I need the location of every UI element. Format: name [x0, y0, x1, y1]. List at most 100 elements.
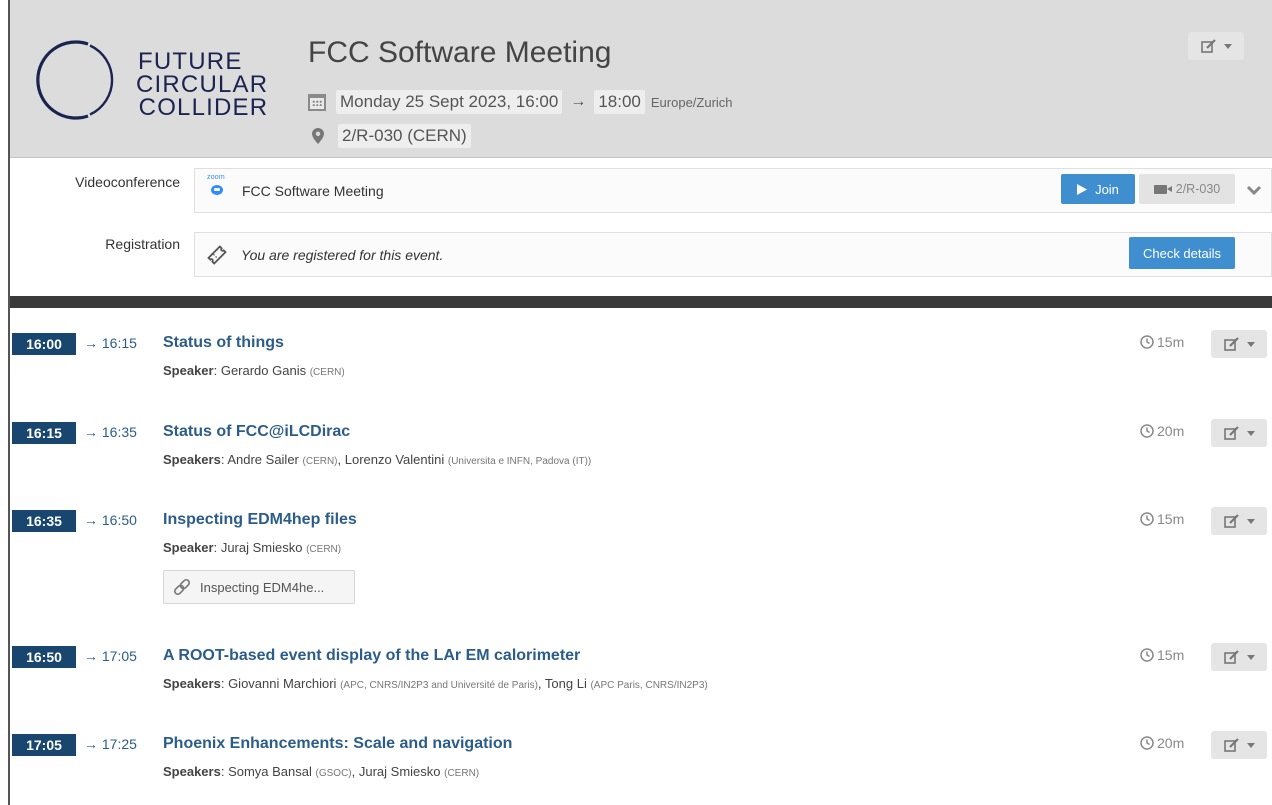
room-videoconference-button[interactable]: 2/R-030 [1139, 174, 1235, 204]
videoconference-title: FCC Software Meeting [242, 183, 384, 199]
entry-speakers: Speakers: Andre Sailer (CERN), Lorenzo V… [163, 452, 592, 467]
entry-duration-text: 15m [1157, 334, 1185, 350]
join-button[interactable]: Join [1061, 174, 1135, 204]
caret-down-icon [1246, 518, 1255, 524]
event-start-date: Monday 25 Sept 2023, 16:00 [336, 90, 563, 114]
event-end-time: 18:00 [594, 90, 645, 114]
entry-speakers: Speaker: Juraj Smiesko (CERN) [163, 540, 342, 555]
entry-title-link[interactable]: A ROOT-based event display of the LAr EM… [163, 647, 580, 665]
videoconference-label: Videoconference [75, 174, 180, 190]
clock-icon [1140, 424, 1154, 438]
videoconference-panel: zoom FCC Software Meeting Join 2/R-030 [194, 168, 1272, 213]
speaker-name[interactable]: Gerardo Ganis [221, 363, 306, 378]
event-room[interactable]: 2/R-030 (CERN) [338, 124, 471, 148]
edit-icon [1223, 337, 1239, 351]
entry-edit-menu-button[interactable] [1211, 731, 1267, 759]
link-icon [173, 578, 191, 596]
caret-down-icon [1223, 43, 1232, 49]
speaker-label: Speaker [163, 540, 214, 555]
caret-down-icon [1246, 341, 1255, 347]
camera-icon [1153, 184, 1172, 194]
logo-line-1: FUTURE [138, 48, 243, 75]
entry-start-time: 16:15 [12, 422, 76, 444]
speaker-name[interactable]: Tong Li [545, 676, 587, 691]
entry-end-time: → 16:35 [84, 424, 137, 440]
attachment-name: Inspecting EDM4he... [200, 579, 325, 595]
speaker-name[interactable]: Juraj Smiesko [359, 764, 441, 779]
ticket-icon [207, 245, 227, 265]
speaker-affiliation: (CERN) [444, 768, 480, 779]
caret-down-icon [1246, 742, 1255, 748]
entry-edit-menu-button[interactable] [1211, 643, 1267, 671]
map-pin-icon [312, 128, 324, 144]
zoom-logo-text: zoom [207, 174, 225, 181]
speaker-affiliation: (APC Paris, CNRS/IN2P3) [590, 680, 708, 691]
entry-title-link[interactable]: Status of things [163, 334, 284, 352]
entry-title-link[interactable]: Phoenix Enhancements: Scale and navigati… [163, 735, 512, 753]
speaker-affiliation: (Universita e INFN, Padova (IT)) [447, 456, 592, 467]
attachment-link[interactable]: Inspecting EDM4he... [163, 570, 355, 604]
registration-panel: You are registered for this event. Check… [194, 232, 1272, 277]
edit-icon [1223, 650, 1239, 664]
entry-start-time: 16:00 [12, 333, 76, 355]
clock-icon [1140, 736, 1154, 750]
entry-duration-text: 20m [1157, 735, 1185, 751]
entry-start-time: 16:35 [12, 510, 76, 532]
fcc-logo-text: FUTURE CIRCULAR COLLIDER [136, 48, 269, 120]
speaker-affiliation: (GSOC) [315, 768, 352, 779]
logo-line-2: CIRCULAR [136, 71, 269, 98]
event-edit-menu-button[interactable] [1188, 32, 1244, 60]
clock-icon [1140, 512, 1154, 526]
entry-title-link[interactable]: Status of FCC@iLCDirac [163, 423, 350, 441]
registration-message: You are registered for this event. [241, 247, 444, 263]
speaker-name[interactable]: Lorenzo Valentini [345, 452, 445, 467]
speaker-name[interactable]: Juraj Smiesko [221, 540, 303, 555]
entry-title-link[interactable]: Inspecting EDM4hep files [163, 511, 357, 529]
event-timezone: Europe/Zurich [650, 94, 733, 110]
registration-label: Registration [105, 236, 180, 252]
speaker-label: Speakers [163, 452, 221, 467]
speaker-name[interactable]: Andre Sailer [227, 452, 299, 467]
entry-edit-menu-button[interactable] [1211, 507, 1267, 535]
speaker-affiliation: (CERN) [302, 456, 338, 467]
entry-duration: 15m [1140, 647, 1184, 663]
zoom-camera-icon [211, 185, 223, 195]
speaker-affiliation: (APC, CNRS/IN2P3 and Université de Paris… [340, 680, 538, 691]
speaker-affiliation: (CERN) [309, 367, 345, 378]
speaker-affiliation: (CERN) [306, 544, 342, 555]
entry-duration-text: 20m [1157, 423, 1185, 439]
entry-duration: 20m [1140, 423, 1184, 439]
entry-speakers: Speakers: Somya Bansal (GSOC), Juraj Smi… [163, 764, 480, 779]
entry-duration: 15m [1140, 511, 1184, 527]
event-page: FUTURE CIRCULAR COLLIDER FCC Software Me… [8, 0, 1272, 805]
calendar-icon [308, 93, 326, 111]
speaker-name[interactable]: Giovanni Marchiori [228, 676, 336, 691]
entry-end-time: → 17:05 [84, 648, 137, 664]
fcc-logo-ring-icon [36, 40, 114, 120]
entry-edit-menu-button[interactable] [1211, 419, 1267, 447]
entry-duration: 20m [1140, 735, 1184, 751]
event-header: FUTURE CIRCULAR COLLIDER FCC Software Me… [10, 0, 1272, 158]
edit-icon [1223, 738, 1239, 752]
speaker-label: Speakers [163, 676, 221, 691]
chevron-down-icon[interactable] [1245, 181, 1263, 199]
date-arrow: → [570, 93, 587, 110]
entry-start-time: 17:05 [12, 734, 76, 756]
entry-speakers: Speaker: Gerardo Ganis (CERN) [163, 363, 345, 378]
edit-icon [1223, 426, 1239, 440]
edit-icon [1223, 514, 1239, 528]
entry-start-time: 16:50 [12, 646, 76, 668]
entry-duration-text: 15m [1157, 647, 1185, 663]
speaker-name[interactable]: Somya Bansal [228, 764, 312, 779]
play-icon [1077, 183, 1088, 195]
clock-icon [1140, 335, 1154, 349]
timetable-divider [10, 296, 1272, 308]
check-details-button[interactable]: Check details [1129, 237, 1235, 269]
event-date-row: Monday 25 Sept 2023, 16:00 → 18:00 Europ… [308, 89, 733, 115]
entry-end-time: → 16:50 [84, 512, 137, 528]
entry-duration: 15m [1140, 334, 1184, 350]
edit-icon [1200, 39, 1216, 53]
entry-duration-text: 15m [1157, 511, 1185, 527]
entry-edit-menu-button[interactable] [1211, 330, 1267, 358]
entry-end-time: → 16:15 [84, 335, 137, 351]
